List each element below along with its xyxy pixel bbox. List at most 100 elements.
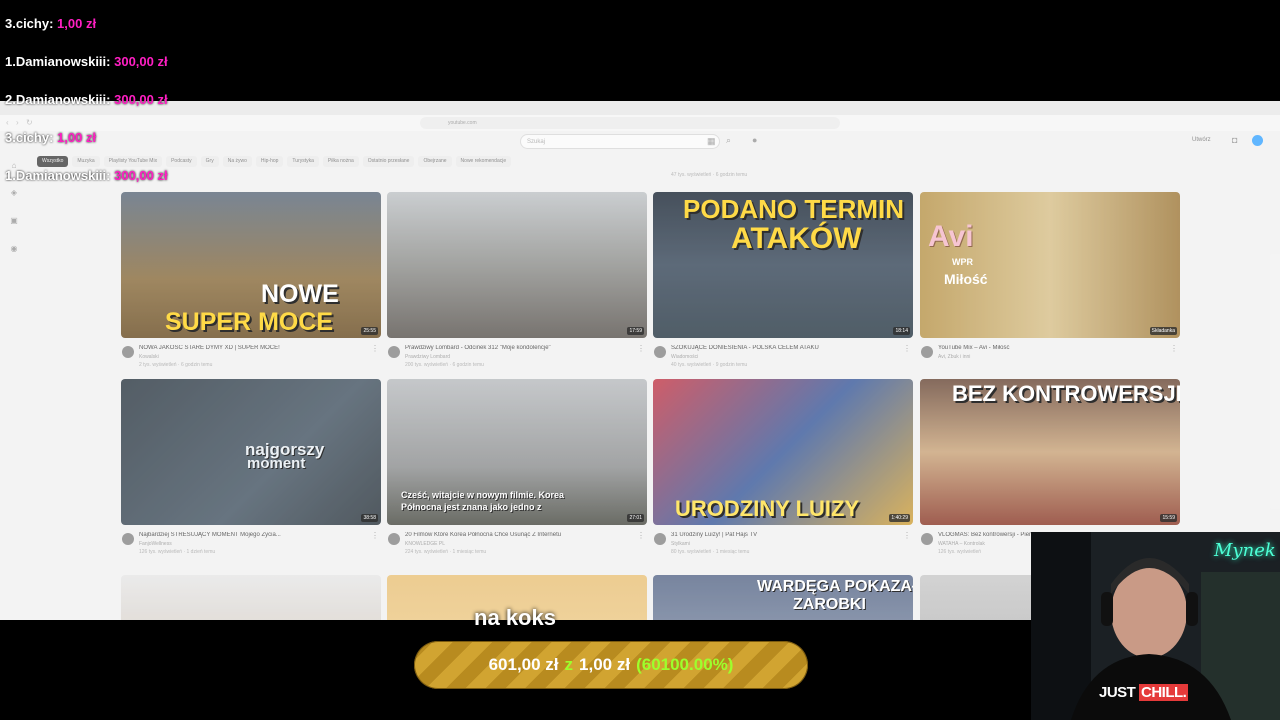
- thumbnail-text: WARDĘGA POKAZAŁ: [757, 578, 913, 595]
- video-card[interactable]: PODANO TERMIN ATAKÓW 18:14 SZOKUJĄCE DONIES…: [653, 192, 913, 372]
- video-card[interactable]: najgorszy moment 38:58 Najbardziej STRESUJĄ…: [121, 379, 381, 559]
- channel-name[interactable]: Stylkami: [671, 541, 690, 547]
- thumbnail-text: NOWE: [261, 280, 339, 308]
- more-options-icon[interactable]: ⋮: [637, 344, 645, 353]
- channel-name[interactable]: Prawdziwy Lombard: [405, 354, 450, 360]
- search-icon[interactable]: ⌕: [726, 135, 731, 146]
- thumbnail-text: WPR: [952, 257, 973, 267]
- filter-chip[interactable]: Ostatnio przesłane: [362, 156, 415, 167]
- you-icon[interactable]: ◉: [7, 244, 21, 253]
- filter-chip[interactable]: Piłka nożna: [322, 156, 359, 167]
- browser-address-bar: ‹ › ↻ youtube.com: [0, 115, 1280, 131]
- filter-chip[interactable]: Nowe rekomendacje: [455, 156, 512, 167]
- video-duration: 25:55: [361, 327, 378, 335]
- video-title[interactable]: SZOKUJĄCE DONIESIENIA - POLSKA CELEM ATA…: [671, 345, 903, 351]
- back-icon[interactable]: ‹: [6, 118, 9, 127]
- channel-name[interactable]: Avi, Zbuk i inni: [938, 354, 970, 360]
- video-card[interactable]: URODZINY LUIZY 1:40:29 31 Urodziny Luizy! …: [653, 379, 913, 559]
- video-thumbnail[interactable]: URODZINY LUIZY 1:40:29: [653, 379, 913, 525]
- channel-avatar[interactable]: [388, 533, 400, 545]
- filter-chip[interactable]: Playlisty YouTube Mix: [103, 156, 163, 167]
- video-title[interactable]: Prawdziwy Lombard - Odcinek 312 "Moje ko…: [405, 345, 637, 351]
- video-thumbnail[interactable]: najgorszy moment 38:58: [121, 379, 381, 525]
- notifications-icon[interactable]: ◘: [1232, 135, 1237, 145]
- subscriptions-icon[interactable]: ▣: [7, 216, 21, 225]
- filter-chip[interactable]: Gry: [200, 156, 219, 167]
- video-title[interactable]: 31 Urodziny Luizy! | Pat Hajs TV: [671, 532, 903, 538]
- forward-icon[interactable]: ›: [16, 118, 19, 127]
- keyboard-icon[interactable]: ▦: [707, 136, 716, 147]
- more-options-icon[interactable]: ⋮: [903, 531, 911, 540]
- channel-avatar[interactable]: [921, 346, 933, 358]
- filter-chip[interactable]: Turystyka: [287, 156, 319, 167]
- video-duration: 18:14: [893, 327, 910, 335]
- video-title[interactable]: Najbardziej STRESUJĄCY MOMENT Mojego Życ…: [139, 532, 371, 538]
- video-card[interactable]: Avi WPR Miłość Składanka YouTube Mix – Avi -…: [920, 192, 1180, 372]
- video-meta: 80 tys. wyświetleń · 1 miesiąc temu: [671, 549, 750, 555]
- youtube-header: Szukaj ▦ ⌕ ● Utwórz ◘: [0, 131, 1280, 153]
- search-input[interactable]: Szukaj: [520, 134, 720, 149]
- channel-avatar[interactable]: [122, 533, 134, 545]
- mic-icon[interactable]: ●: [752, 135, 757, 145]
- video-thumbnail[interactable]: BEZ KONTROWERSJI 15:59: [920, 379, 1180, 525]
- channel-name[interactable]: Wiadomości: [671, 354, 698, 360]
- filter-chip[interactable]: Podcasty: [166, 156, 197, 167]
- donation-entry: 2.Damianowskiii: 300,00 zł: [5, 92, 168, 107]
- url-input[interactable]: youtube.com: [420, 117, 840, 129]
- donor-name: 1.Damianowskiii:: [5, 168, 111, 183]
- channel-name[interactable]: WATAHA – Kontrolak: [938, 541, 985, 547]
- neon-sign: Mynek: [1214, 540, 1276, 561]
- video-thumbnail[interactable]: PODANO TERMIN ATAKÓW 18:14: [653, 192, 913, 338]
- donation-goal-bar: 601,00 zł z 1,00 zł (60100.00%): [414, 641, 808, 689]
- video-title[interactable]: NOWA JAKOŚĆ STARE DYMY XD | SUPER MOCE!: [139, 345, 371, 351]
- filter-chip[interactable]: Obejrzane: [418, 156, 452, 167]
- more-options-icon[interactable]: ⋮: [1170, 344, 1178, 353]
- channel-avatar[interactable]: [654, 346, 666, 358]
- video-card[interactable]: 17:59 Prawdziwy Lombard - Odcinek 312 "Mo…: [387, 192, 647, 372]
- shorts-icon[interactable]: ◈: [7, 188, 21, 197]
- thumbnail-text: URODZINY LUIZY: [675, 496, 860, 521]
- donation-entry: 3.cichy: 1,00 zł: [5, 16, 96, 31]
- thumbnail-text: Avi: [928, 220, 974, 253]
- more-options-icon[interactable]: ⋮: [371, 344, 379, 353]
- channel-avatar[interactable]: [921, 533, 933, 545]
- filter-chips: Wszystko Muzyka Playlisty YouTube Mix Podca…: [37, 156, 512, 168]
- video-meta: 126 tys. wyświetleń · 1 dzień temu: [139, 549, 216, 555]
- create-button[interactable]: Utwórz: [1192, 137, 1211, 143]
- video-title[interactable]: 20 Filmów Które Korea Północna Chce Usun…: [405, 532, 637, 538]
- thumbnail-text: BEZ KONTROWERSJI: [952, 381, 1180, 406]
- video-duration: 17:59: [627, 327, 644, 335]
- video-thumbnail[interactable]: Cześć, witajcie w nowym filmie. Korea Pół…: [387, 379, 647, 525]
- video-thumbnail[interactable]: Avi WPR Miłość Składanka: [920, 192, 1180, 338]
- video-title[interactable]: YouTube Mix – Avi - Miłość: [938, 345, 1170, 351]
- video-thumbnail[interactable]: NOWE SUPER MOCE 25:55: [121, 192, 381, 338]
- thumbnail-text: SUPER MOCE: [165, 308, 334, 336]
- goal-target: 1,00 zł: [579, 655, 631, 674]
- channel-avatar[interactable]: [122, 346, 134, 358]
- stream-frame: ‹ › ↻ youtube.com Szukaj ▦ ⌕ ● Utwórz ◘ …: [0, 0, 1280, 720]
- channel-avatar[interactable]: [388, 346, 400, 358]
- more-options-icon[interactable]: ⋮: [903, 344, 911, 353]
- reload-icon[interactable]: ↻: [26, 118, 33, 127]
- video-duration: 1:40:29: [889, 514, 910, 522]
- filter-chip[interactable]: Na żywo: [222, 156, 252, 167]
- filter-chip[interactable]: Muzyka: [72, 156, 100, 167]
- filter-chip[interactable]: Wszystko: [37, 156, 69, 167]
- video-card[interactable]: Cześć, witajcie w nowym filmie. Korea Pół…: [387, 379, 647, 559]
- channel-name[interactable]: KNOWLEDGE PL: [405, 541, 445, 547]
- filter-chip[interactable]: Hip-hop: [255, 156, 284, 167]
- video-card[interactable]: NOWE SUPER MOCE 25:55 NOWA JAKOŚĆ STARE DYM…: [121, 192, 381, 372]
- video-duration: 27:01: [627, 514, 644, 522]
- donation-entry: 1.Damianowskiii: 300,00 zł: [5, 54, 168, 69]
- video-meta: 40 tys. wyświetleń · 9 godzin temu: [671, 362, 748, 368]
- video-thumbnail[interactable]: 17:59: [387, 192, 647, 338]
- channel-avatar[interactable]: [654, 533, 666, 545]
- more-options-icon[interactable]: ⋮: [371, 531, 379, 540]
- video-meta: 200 tys. wyświetleń · 6 godzin temu: [405, 362, 484, 368]
- channel-name[interactable]: FanjoWellness: [139, 541, 172, 547]
- more-options-icon[interactable]: ⋮: [637, 531, 645, 540]
- goal-current: 601,00 zł: [488, 655, 559, 674]
- donation-entry: 3.cichy: 1,00 zł: [5, 130, 96, 145]
- avatar[interactable]: [1252, 135, 1263, 146]
- channel-name[interactable]: Kowalski: [139, 354, 159, 360]
